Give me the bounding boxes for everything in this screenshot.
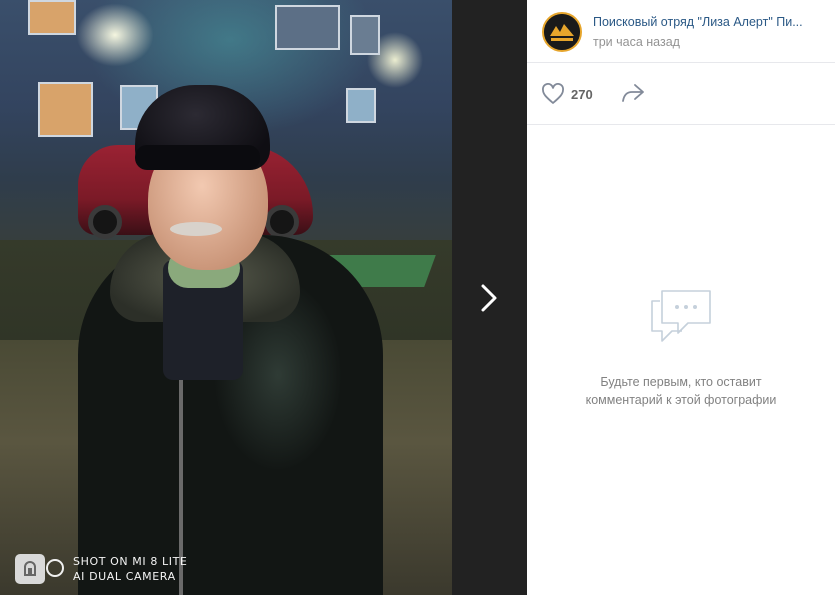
- car-wheel: [265, 205, 299, 239]
- camera-badge-icon: [15, 554, 45, 584]
- watermark-line1: SHOT ON MI 8 LITE: [73, 555, 188, 568]
- post-actions: 270: [527, 63, 835, 125]
- comments-empty-state: Будьте первым, кто оставит комментарий к…: [527, 285, 835, 409]
- comment-bubble-icon: [651, 290, 711, 342]
- post-time[interactable]: три часа назад: [593, 35, 680, 49]
- car-wheel: [88, 205, 122, 239]
- author-name-link[interactable]: Поисковый отряд "Лиза Алерт" Пи...: [593, 15, 823, 29]
- author-avatar[interactable]: [542, 12, 582, 52]
- photo-viewer[interactable]: SHOT ON MI 8 LITE AI DUAL CAMERA: [0, 0, 527, 595]
- post-header: Поисковый отряд "Лиза Алерт" Пи... три ч…: [527, 0, 835, 63]
- building-window: [350, 15, 380, 55]
- like-button[interactable]: 270: [541, 82, 593, 106]
- heart-icon: [542, 83, 564, 104]
- lizaalert-logo-icon: [544, 14, 580, 50]
- building-window: [28, 0, 76, 35]
- photo[interactable]: SHOT ON MI 8 LITE AI DUAL CAMERA: [0, 0, 452, 595]
- building-window: [38, 82, 93, 137]
- empty-comments-line2: комментарий к этой фотографии: [585, 393, 777, 407]
- person-cap-brim: [135, 145, 260, 170]
- post-sidebar: Поисковый отряд "Лиза Алерт" Пи... три ч…: [527, 0, 835, 595]
- building-window: [346, 88, 376, 123]
- share-button[interactable]: [620, 81, 646, 110]
- person-mustache: [170, 222, 222, 236]
- watermark-line2: AI DUAL CAMERA: [73, 570, 176, 583]
- next-photo-button[interactable]: [474, 280, 504, 316]
- camera-watermark: SHOT ON MI 8 LITE AI DUAL CAMERA: [73, 554, 187, 584]
- building-window: [275, 5, 340, 50]
- chevron-right-icon: [481, 284, 497, 312]
- share-icon: [622, 84, 644, 102]
- like-count: 270: [571, 86, 593, 102]
- empty-comments-line1: Будьте первым, кто оставит: [600, 375, 762, 389]
- empty-comments-text: Будьте первым, кто оставит комментарий к…: [527, 373, 835, 409]
- camera-dual-icon: [46, 559, 64, 577]
